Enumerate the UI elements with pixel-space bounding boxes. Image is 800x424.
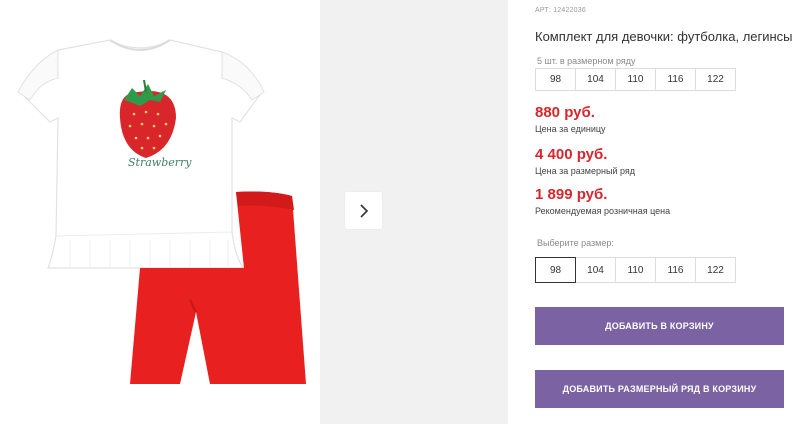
- size-row-price: 4 400 руб.: [535, 146, 608, 163]
- product-main-image[interactable]: Strawberry: [0, 0, 320, 424]
- size-option-122[interactable]: 122: [695, 257, 736, 283]
- unit-price-caption: Цена за единицу: [535, 124, 606, 134]
- size-row-cell: 122: [695, 68, 736, 91]
- size-option-110[interactable]: 110: [615, 257, 656, 283]
- size-selector: 98 104 110 116 122: [535, 257, 736, 283]
- chevron-right-icon: [359, 203, 368, 218]
- product-photo: Strawberry: [17, 39, 306, 384]
- size-option-98[interactable]: 98: [535, 257, 576, 283]
- retail-price: 1 899 руб.: [535, 186, 608, 203]
- size-row-caption: 5 шт. в размерном ряду: [537, 56, 636, 66]
- article-number: АРТ: 12422036: [535, 7, 586, 14]
- size-row-cell: 98: [535, 68, 576, 91]
- retail-price-caption: Рекомендуемая розничная цена: [535, 206, 671, 216]
- size-row-cell: 110: [615, 68, 656, 91]
- choose-size-label: Выберите размер:: [537, 238, 614, 248]
- unit-price: 880 руб.: [535, 104, 595, 121]
- add-size-row-to-cart-button[interactable]: ДОБАВИТЬ РАЗМЕРНЫЙ РЯД В КОРЗИНУ: [535, 370, 784, 408]
- size-row-table: 98 104 110 116 122: [535, 68, 736, 91]
- size-row-cell: 116: [655, 68, 696, 91]
- size-row-price-caption: Цена за размерный ряд: [535, 166, 636, 176]
- size-row-cell: 104: [575, 68, 616, 91]
- product-title: Комплект для девочки: футболка, легинсы: [535, 29, 793, 44]
- gallery-next-button[interactable]: [345, 192, 382, 229]
- add-to-cart-button[interactable]: ДОБАВИТЬ В КОРЗИНУ: [535, 307, 784, 345]
- print-text: Strawberry: [128, 156, 192, 169]
- size-option-116[interactable]: 116: [655, 257, 696, 283]
- size-option-104[interactable]: 104: [575, 257, 616, 283]
- product-gallery: Strawberry: [0, 0, 508, 424]
